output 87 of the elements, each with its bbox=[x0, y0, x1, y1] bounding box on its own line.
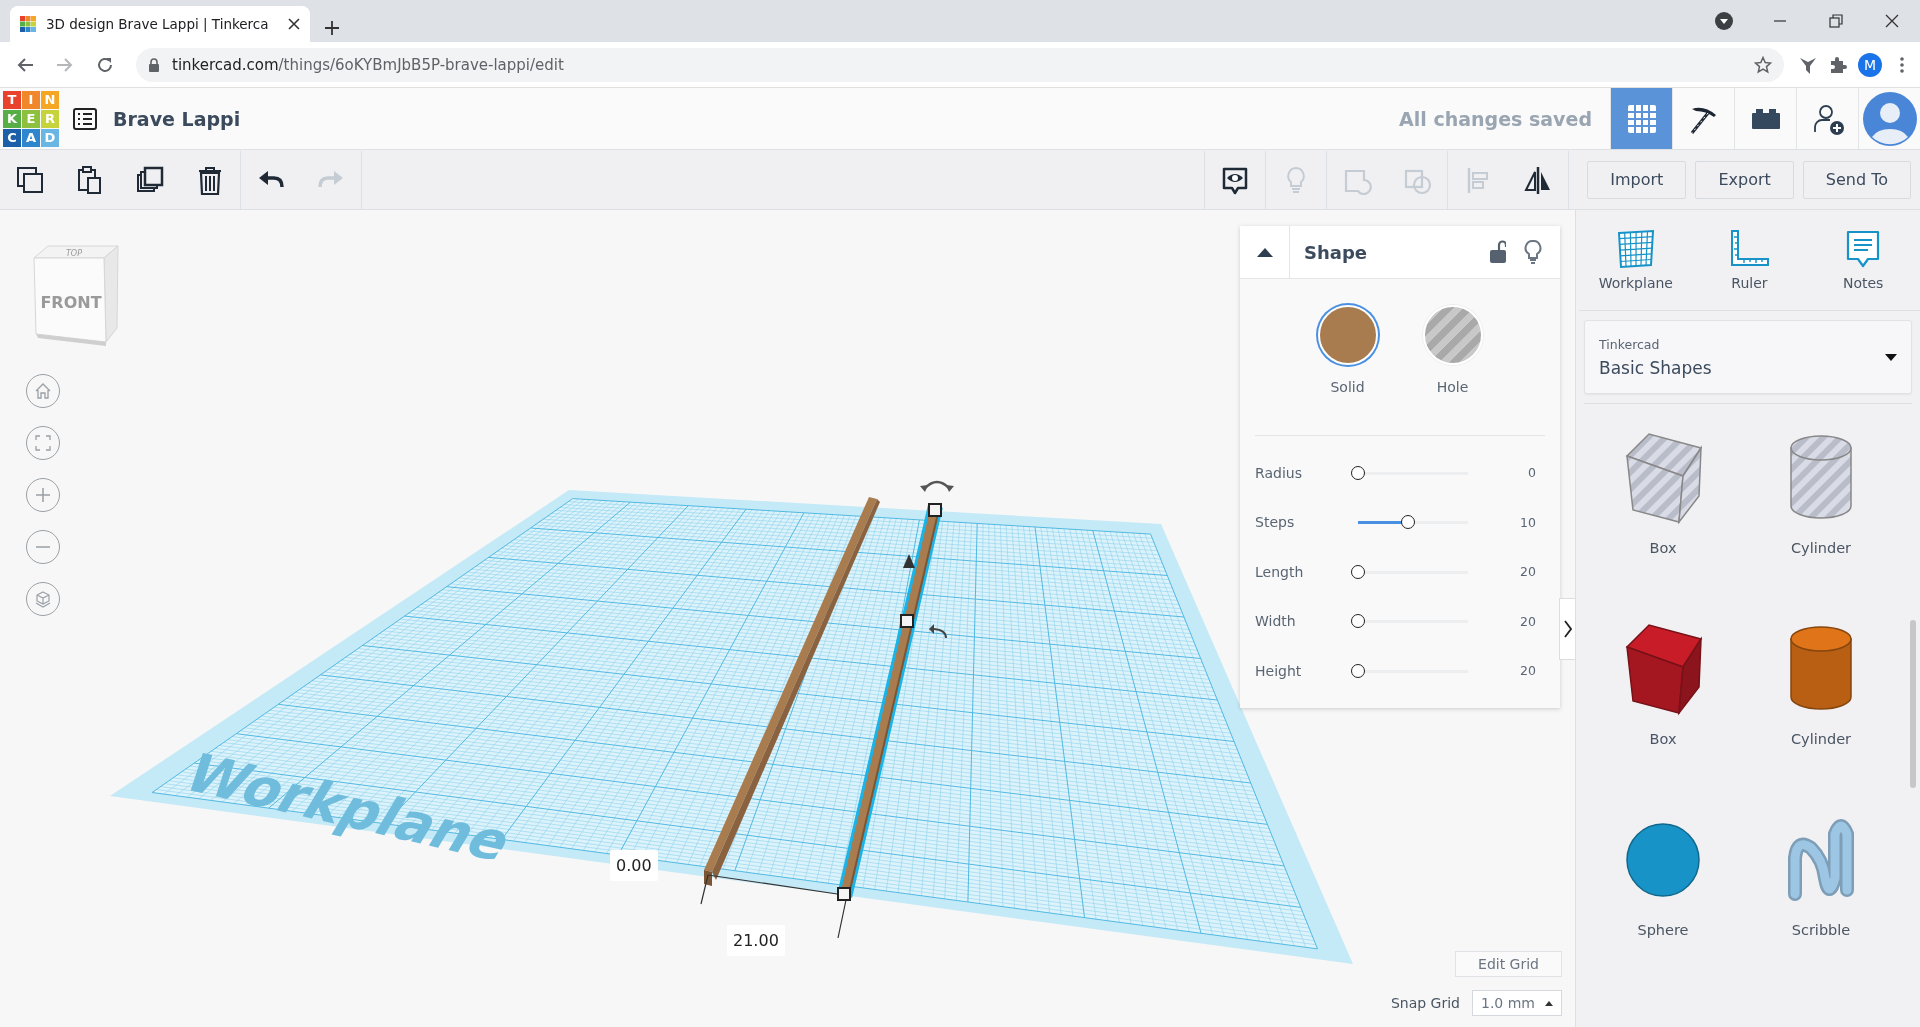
save-status: All changes saved bbox=[1399, 107, 1592, 130]
puzzle-icon[interactable] bbox=[1828, 54, 1848, 75]
snap-grid-dropdown[interactable]: 1.0 mm bbox=[1472, 990, 1562, 1016]
param-value[interactable]: 0 bbox=[1528, 465, 1536, 481]
design-title[interactable]: Brave Lappi bbox=[113, 107, 241, 130]
copy-icon[interactable] bbox=[15, 164, 45, 195]
cube-face-label: TOP bbox=[66, 249, 82, 258]
snap-grid-label: Snap Grid bbox=[1390, 995, 1460, 1011]
logo-letter: D bbox=[41, 128, 59, 147]
sidebar-tool-button[interactable]: Workplane bbox=[1585, 229, 1686, 291]
caret-up-icon[interactable] bbox=[1255, 246, 1274, 258]
logo-letter: A bbox=[22, 128, 40, 147]
user-avatar-icon[interactable] bbox=[1861, 90, 1918, 147]
address-field[interactable]: tinkercad.com/things/6oKYBmJbB5P-brave-lappi/edit bbox=[136, 47, 1784, 82]
param-label: Length bbox=[1255, 563, 1305, 580]
toolbar-button[interactable]: Export bbox=[1695, 160, 1794, 199]
resize-handle bbox=[928, 503, 942, 517]
caret-down-icon bbox=[1885, 353, 1897, 361]
star-icon[interactable] bbox=[1754, 55, 1772, 74]
slider-thumb[interactable] bbox=[1400, 515, 1415, 530]
resize-handle bbox=[900, 614, 914, 628]
close-icon[interactable] bbox=[288, 18, 300, 30]
slider-thumb[interactable] bbox=[1351, 564, 1365, 579]
cube-face-label: FRONT bbox=[40, 293, 102, 312]
param-value[interactable]: 20 bbox=[1520, 613, 1536, 629]
caret-up-icon bbox=[1545, 1000, 1553, 1006]
logo-letter: K bbox=[3, 109, 21, 128]
param-label: Width bbox=[1255, 613, 1297, 630]
param-label: Steps bbox=[1255, 514, 1296, 531]
dimension-label[interactable]: 21.00 bbox=[727, 925, 785, 956]
reload-icon[interactable] bbox=[96, 55, 114, 74]
param-value[interactable]: 10 bbox=[1520, 514, 1536, 530]
lock-icon bbox=[148, 57, 160, 72]
color-swatch[interactable] bbox=[1317, 305, 1378, 365]
shape-label: Box bbox=[1649, 731, 1677, 747]
grid-icon bbox=[1625, 102, 1658, 135]
dimension-label[interactable]: 0.00 bbox=[610, 850, 658, 881]
shape-label: Cylinder bbox=[1790, 540, 1851, 556]
shape-label: Scribble bbox=[1791, 922, 1851, 938]
sidebar-tool-button[interactable]: Ruler bbox=[1699, 229, 1800, 291]
duplicate-icon[interactable] bbox=[135, 164, 165, 195]
back-arrow-icon[interactable] bbox=[16, 55, 34, 74]
rotate-arrow-icon bbox=[929, 624, 947, 639]
chevron-right-icon[interactable] bbox=[1563, 620, 1572, 638]
close-icon[interactable] bbox=[1885, 14, 1899, 28]
toolbar-button[interactable]: Import bbox=[1587, 160, 1687, 199]
param-label: Height bbox=[1255, 662, 1303, 679]
shape-label: Box bbox=[1649, 540, 1677, 556]
logo-letter: T bbox=[3, 90, 21, 109]
lift-cone-icon bbox=[903, 554, 915, 568]
tab-title: 3D design Brave Lappi | Tinkerca bbox=[46, 16, 270, 32]
slider-thumb[interactable] bbox=[1351, 614, 1365, 629]
logo-letter: E bbox=[22, 109, 40, 128]
mode-label: Solid bbox=[1330, 379, 1365, 395]
scrollbar[interactable] bbox=[1910, 620, 1916, 788]
profile-avatar[interactable]: M bbox=[1858, 52, 1882, 77]
param-value[interactable]: 20 bbox=[1520, 663, 1536, 679]
new-tab-icon[interactable] bbox=[324, 20, 340, 36]
panel-title: Shape bbox=[1304, 241, 1369, 263]
toolbar-button[interactable]: Send To bbox=[1802, 160, 1911, 199]
logo-letter: R bbox=[41, 109, 59, 128]
restore-icon[interactable] bbox=[1829, 14, 1843, 28]
mode-label: Hole bbox=[1436, 379, 1469, 395]
grid-logo-icon bbox=[20, 16, 36, 32]
caret-icon bbox=[1715, 12, 1733, 30]
logo-letter: I bbox=[22, 90, 40, 109]
lightbulb-icon[interactable] bbox=[1524, 239, 1542, 265]
browser-tab[interactable]: 3D design Brave Lappi | Tinkerca bbox=[10, 6, 310, 42]
library-dropdown[interactable]: Tinkercad Basic Shapes bbox=[1584, 320, 1912, 394]
shape-label: Sphere bbox=[1637, 922, 1689, 938]
list-icon[interactable] bbox=[73, 107, 97, 130]
rotate-arrow-icon bbox=[920, 480, 954, 492]
slider-thumb[interactable] bbox=[1351, 663, 1365, 678]
slider-thumb[interactable] bbox=[1351, 465, 1365, 480]
ruler-icon bbox=[1728, 229, 1771, 269]
library-category: Basic Shapes bbox=[1599, 357, 1713, 378]
logo-letter: C bbox=[3, 128, 21, 147]
logo-letter: N bbox=[41, 90, 59, 109]
resize-handle bbox=[837, 887, 851, 901]
sidebar-tool-button[interactable]: Notes bbox=[1813, 229, 1914, 291]
shape-label: Cylinder bbox=[1790, 731, 1851, 747]
param-label: Radius bbox=[1255, 464, 1303, 481]
edit-grid-button[interactable]: Edit Grid bbox=[1455, 951, 1562, 977]
hole-swatch[interactable] bbox=[1422, 305, 1483, 365]
unlocked-padlock-icon[interactable] bbox=[1490, 240, 1506, 264]
library-source: Tinkercad bbox=[1599, 336, 1661, 352]
param-value[interactable]: 20 bbox=[1520, 564, 1536, 580]
